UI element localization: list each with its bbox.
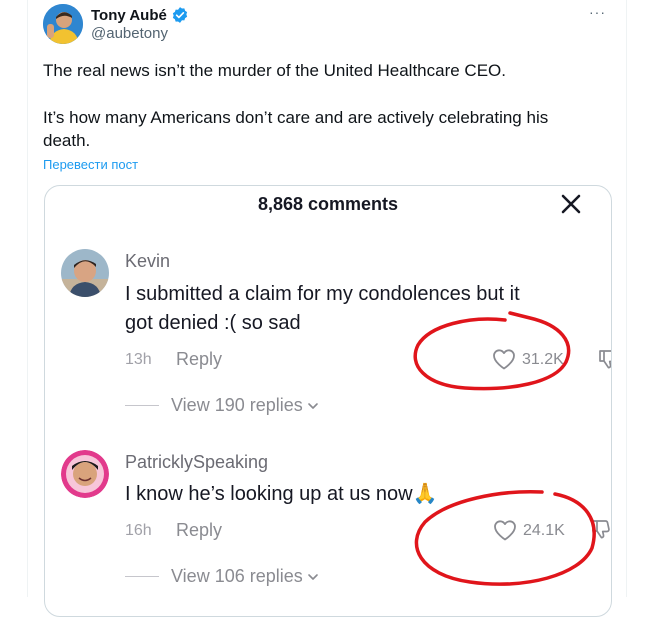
- replies-divider: [125, 576, 159, 577]
- comments-count-title: 8,868 comments: [257, 194, 399, 214]
- comment-username[interactable]: Kevin: [125, 251, 170, 272]
- tweet: Tony Aubé @aubetony ··· The real news is…: [27, 0, 626, 617]
- view-replies-label: View 106 replies: [171, 566, 303, 586]
- author-name[interactable]: Tony Aubé: [91, 6, 189, 24]
- comment-text: I know he’s looking up at us now🙏: [125, 480, 438, 508]
- like-count: 31.2K: [522, 351, 564, 368]
- tweet-text-line-3: death.: [43, 131, 91, 150]
- like-count: 24.1K: [523, 522, 565, 539]
- comment-timestamp: 13h: [125, 351, 152, 368]
- view-replies-button[interactable]: View 106 replies: [171, 566, 320, 587]
- author-name-text: Tony Aubé: [91, 6, 167, 24]
- comment-timestamp: 16h: [125, 522, 152, 539]
- translate-post-link[interactable]: Перевести пост: [43, 157, 138, 172]
- reply-button[interactable]: Reply: [176, 520, 222, 541]
- reply-button[interactable]: Reply: [176, 349, 222, 370]
- tweet-text-line-1: The real news isn’t the murder of the Un…: [43, 61, 506, 80]
- comment-avatar-kevin[interactable]: [61, 249, 109, 297]
- heart-icon[interactable]: [492, 348, 516, 370]
- heart-icon[interactable]: [493, 519, 517, 541]
- comment-text-line-1: I submitted a claim for my condolences b…: [125, 283, 520, 305]
- replies-divider: [125, 405, 159, 406]
- praying-hands-emoji: 🙏: [412, 483, 438, 505]
- more-options-icon[interactable]: ···: [589, 4, 606, 20]
- comment-username[interactable]: PatricklySpeaking: [125, 452, 268, 473]
- view-replies-label: View 190 replies: [171, 395, 303, 415]
- comment-text-line-2: got denied :( so sad: [125, 312, 301, 334]
- view-replies-button[interactable]: View 190 replies: [171, 395, 320, 416]
- tweet-text-line-2: It’s how many Americans don’t care and a…: [43, 108, 549, 127]
- attached-screenshot[interactable]: 8,868 comments Kevin I submitted a claim…: [44, 185, 612, 617]
- close-icon[interactable]: [558, 191, 584, 217]
- author-handle[interactable]: @aubetony: [91, 25, 168, 42]
- author-avatar[interactable]: [43, 4, 83, 44]
- comment-text-body: I know he’s looking up at us now: [125, 483, 413, 505]
- chevron-down-icon: [307, 402, 318, 409]
- timeline-border-right: [626, 0, 627, 597]
- comment-avatar-patricklyspeaking[interactable]: [61, 450, 109, 498]
- dislike-icon[interactable]: [597, 348, 612, 370]
- verified-badge-icon: [172, 7, 187, 23]
- dislike-icon[interactable]: [590, 518, 612, 540]
- chevron-down-icon: [307, 573, 318, 580]
